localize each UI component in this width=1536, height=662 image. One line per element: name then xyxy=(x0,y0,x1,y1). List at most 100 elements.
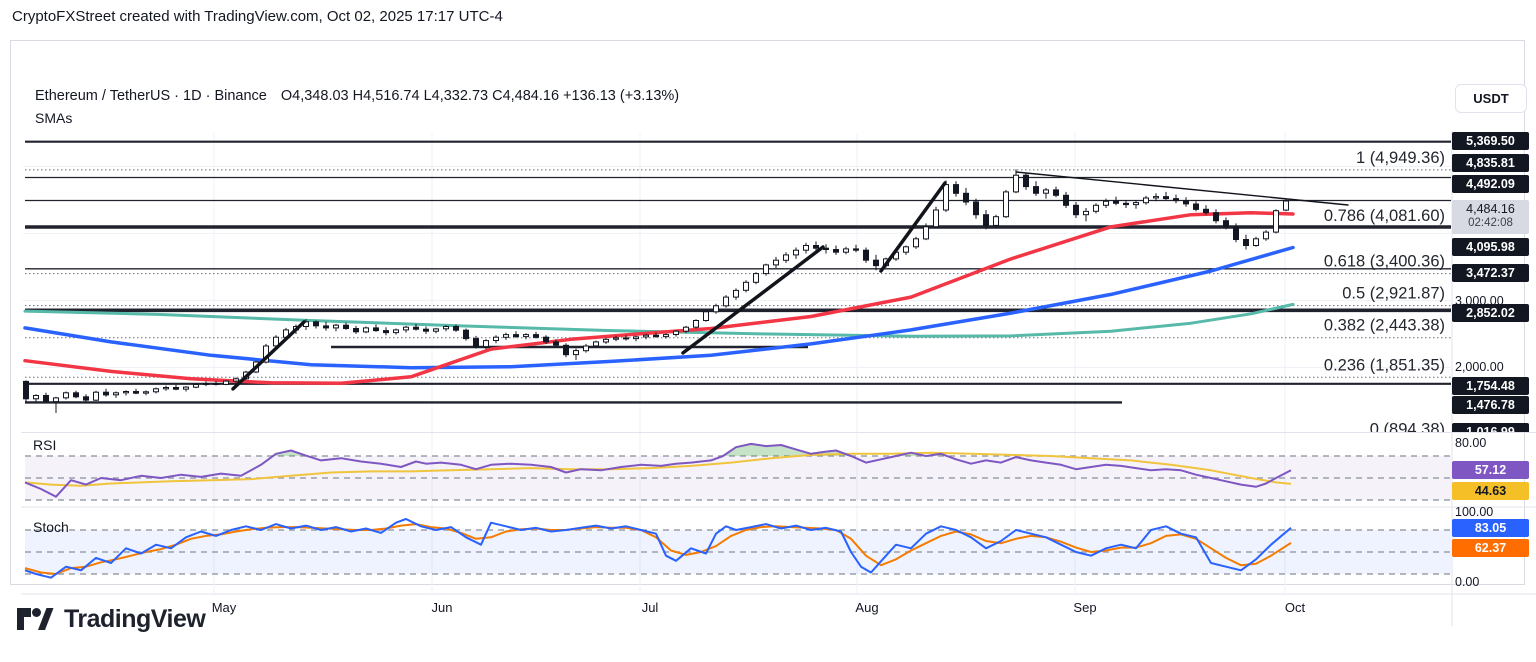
stoch-value-badge: 83.05 xyxy=(1452,519,1529,537)
stoch-pane xyxy=(25,519,1451,578)
candle xyxy=(644,335,649,337)
candle xyxy=(1144,198,1149,203)
month-label-may: May xyxy=(212,600,237,615)
candle xyxy=(594,342,599,346)
price-level-badge: 5,369.50 xyxy=(1452,132,1529,150)
candle xyxy=(654,335,659,336)
candle xyxy=(214,384,219,385)
candle xyxy=(1194,204,1199,209)
price-level-badge: 4,095.98 xyxy=(1452,238,1529,256)
candle xyxy=(1164,197,1169,199)
candle xyxy=(824,248,829,249)
symbol-legend[interactable]: Ethereum / TetherUS · 1D · Binance O4,34… xyxy=(35,88,679,104)
candle xyxy=(954,185,959,194)
candle xyxy=(1034,187,1039,194)
candle xyxy=(964,193,969,202)
bar-countdown: 02:42:08 xyxy=(1452,217,1529,229)
candle xyxy=(434,329,439,331)
candle xyxy=(794,250,799,255)
currency-unit-button[interactable]: USDT xyxy=(1455,84,1527,113)
sma-100-line xyxy=(25,248,1293,368)
candle xyxy=(554,342,559,345)
candle xyxy=(874,260,879,265)
candle xyxy=(394,330,399,333)
tradingview-logo[interactable]: TradingView xyxy=(16,604,205,634)
candle xyxy=(324,326,329,328)
candle xyxy=(384,331,389,333)
candle xyxy=(494,337,499,340)
candle xyxy=(1014,175,1019,192)
candle xyxy=(54,398,59,402)
main-chart[interactable]: 1 (4,949.36)0.786 (4,081.60)0.618 (3,400… xyxy=(21,131,1536,626)
candle xyxy=(814,246,819,249)
candle xyxy=(864,250,869,260)
candle xyxy=(634,337,639,339)
candle xyxy=(64,393,69,398)
candle xyxy=(974,202,979,215)
candle xyxy=(1114,201,1119,203)
candle xyxy=(714,306,719,312)
month-label-jun: Jun xyxy=(432,600,453,615)
month-label-jul: Jul xyxy=(642,600,659,615)
candle xyxy=(354,329,359,332)
candle xyxy=(744,282,749,290)
candle xyxy=(774,260,779,265)
candle xyxy=(1064,195,1069,205)
candle xyxy=(854,249,859,250)
candle xyxy=(934,210,939,227)
smas-legend[interactable]: SMAs xyxy=(35,110,72,126)
candle xyxy=(1244,240,1249,246)
price-level-badge: 3,472.37 xyxy=(1452,264,1529,282)
candle xyxy=(1044,190,1049,193)
candle xyxy=(204,384,209,385)
candle xyxy=(164,388,169,389)
candle xyxy=(1054,190,1059,195)
fib-label-0.382: 0.382 (2,443.38) xyxy=(1324,317,1445,335)
trendline-may-rally xyxy=(233,322,304,389)
tradingview-logo-text: TradingView xyxy=(64,605,205,634)
candle xyxy=(664,335,669,337)
candle xyxy=(74,393,79,397)
candle xyxy=(754,274,759,283)
chart-card: 1 (4,949.36)0.786 (4,081.60)0.618 (3,400… xyxy=(10,40,1525,585)
candle xyxy=(194,385,199,388)
candle xyxy=(784,255,789,260)
candle xyxy=(1154,197,1159,198)
candle xyxy=(124,392,129,393)
candle xyxy=(234,379,239,381)
candle xyxy=(84,397,89,400)
price-axis-label: 2,000.00 xyxy=(1455,360,1535,374)
candle xyxy=(1094,205,1099,211)
candle xyxy=(1174,199,1179,201)
rsi-pane-label[interactable]: RSI xyxy=(33,437,56,453)
price-level-badge: 1,476.78 xyxy=(1452,396,1529,414)
symbol-title[interactable]: Ethereum / TetherUS · 1D · Binance xyxy=(35,88,267,104)
attribution-text: CryptoFXStreet created with TradingView.… xyxy=(12,8,503,25)
candle xyxy=(904,247,909,252)
candle xyxy=(544,337,549,342)
rsi-value-badge: 44.63 xyxy=(1452,482,1529,500)
candle xyxy=(624,338,629,339)
candle xyxy=(24,381,29,398)
candle xyxy=(564,345,569,354)
candle xyxy=(1254,239,1259,246)
candle xyxy=(1084,211,1089,214)
price-level-badge: 2,852.02 xyxy=(1452,304,1529,322)
candle xyxy=(484,341,489,347)
stoch-pane-label[interactable]: Stoch xyxy=(33,519,69,535)
candle xyxy=(764,265,769,274)
candle xyxy=(334,325,339,328)
candle xyxy=(694,321,699,328)
candle xyxy=(364,328,369,332)
ohlc-values: O4,348.03 H4,516.74 L4,332.73 C4,484.16 … xyxy=(281,88,679,104)
candle xyxy=(344,325,349,328)
tradingview-mark-icon xyxy=(16,604,54,634)
candle xyxy=(994,217,999,226)
candle xyxy=(504,335,509,338)
candle xyxy=(674,331,679,334)
candle xyxy=(144,392,149,393)
candle xyxy=(94,392,99,400)
candle xyxy=(1284,201,1289,210)
fib-label-0.786: 0.786 (4,081.60) xyxy=(1324,207,1445,225)
stoch-value-badge: 62.37 xyxy=(1452,539,1529,557)
